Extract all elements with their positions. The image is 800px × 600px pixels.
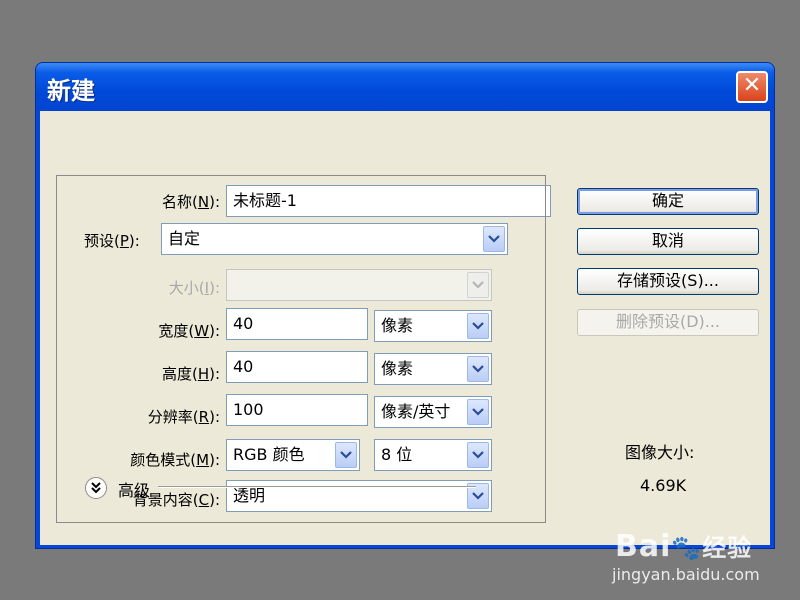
- close-icon: ✕: [742, 73, 762, 98]
- close-button[interactable]: ✕: [736, 71, 768, 103]
- save-preset-button[interactable]: 存储预设(S)...: [577, 268, 759, 295]
- image-size-value: 4.69K: [640, 476, 687, 495]
- resolution-unit-select[interactable]: 像素/英寸: [374, 396, 492, 428]
- advanced-toggle-button[interactable]: [85, 477, 107, 499]
- height-unit-select[interactable]: 像素: [374, 353, 492, 385]
- width-unit-value: 像素: [381, 316, 414, 335]
- chevron-down-icon[interactable]: [467, 442, 489, 468]
- size-label: 大小(I):: [168, 279, 220, 297]
- image-size-label: 图像大小:: [625, 443, 695, 462]
- resolution-label: 分辨率(R):: [147, 408, 220, 426]
- ok-button[interactable]: 确定: [577, 188, 759, 215]
- cancel-button[interactable]: 取消: [577, 228, 759, 255]
- resolution-unit-value: 像素/英寸: [381, 402, 451, 421]
- baidu-watermark: Bai🐾经验: [615, 529, 753, 564]
- new-document-dialog: 新建 ✕ 名称(N): 未标题-1 预设(P): 自定 大小(I): 宽度(W)…: [35, 62, 775, 549]
- size-select: [226, 269, 492, 301]
- width-unit-select[interactable]: 像素: [374, 310, 492, 342]
- watermark-url: jingyan.baidu.com: [612, 565, 760, 584]
- preset-value: 自定: [168, 229, 201, 248]
- width-label: 宽度(W):: [158, 322, 220, 340]
- resolution-input[interactable]: 100: [226, 394, 368, 426]
- paw-icon: 🐾: [671, 534, 703, 562]
- bit-depth-value: 8 位: [381, 445, 413, 464]
- color-mode-label: 颜色模式(M):: [130, 451, 220, 469]
- bit-depth-select[interactable]: 8 位: [374, 439, 492, 471]
- chevron-down-icon[interactable]: [467, 399, 489, 425]
- advanced-divider: [158, 486, 476, 488]
- advanced-label: 高级: [118, 481, 151, 500]
- height-input[interactable]: 40: [226, 351, 368, 383]
- chevron-down-icon[interactable]: [483, 226, 505, 252]
- preset-label: 预设(P):: [80, 230, 144, 251]
- height-unit-value: 像素: [381, 359, 414, 378]
- title-bar[interactable]: 新建 ✕: [36, 63, 774, 111]
- dialog-title: 新建: [47, 77, 95, 105]
- background-value: 透明: [233, 486, 266, 505]
- chevron-down-icon[interactable]: [467, 313, 489, 339]
- delete-preset-button: 删除预设(D)...: [577, 309, 759, 336]
- chevron-down-icon: [467, 272, 489, 298]
- chevron-down-icon[interactable]: [467, 356, 489, 382]
- width-input[interactable]: 40: [226, 308, 368, 340]
- color-mode-value: RGB 颜色: [233, 445, 305, 464]
- chevron-down-icon[interactable]: [335, 442, 357, 468]
- preset-select[interactable]: 自定: [161, 223, 508, 255]
- double-chevron-down-icon: [91, 482, 101, 494]
- color-mode-select[interactable]: RGB 颜色: [226, 439, 360, 471]
- background-select[interactable]: 透明: [226, 480, 492, 512]
- height-label: 高度(H):: [161, 365, 220, 383]
